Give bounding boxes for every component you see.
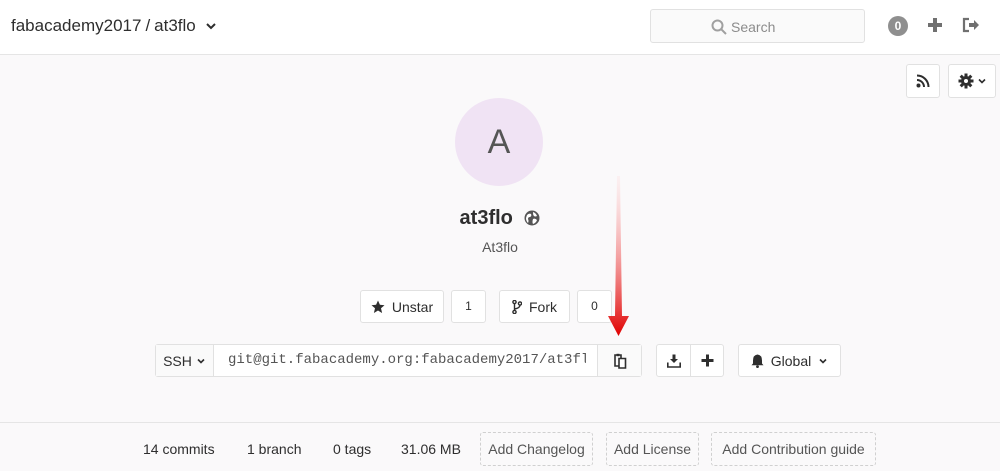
fork-icon [512,299,522,314]
chevron-down-icon [977,78,986,84]
add-contribution-guide-button[interactable]: Add Contribution guide [711,432,876,466]
project-avatar: A [455,98,543,186]
clipboard-icon [613,353,626,369]
unstar-label: Unstar [391,298,434,315]
globe-icon [524,210,540,226]
project-settings-dropdown[interactable] [948,64,996,98]
star-icon [371,300,385,313]
fork-button[interactable]: Fork [499,290,570,323]
breadcrumb-namespace[interactable]: fabacademy2017 [11,16,141,36]
project-name: at3flo [459,207,513,229]
search-icon [711,19,727,35]
breadcrumb: fabacademy2017 / at3flo [11,16,218,36]
clone-url-field[interactable]: git@git.fabacademy.org:fabacademy2017/at… [228,352,586,368]
download-button[interactable] [656,344,691,377]
branches-link[interactable]: 1 branch [247,441,301,457]
notification-level-label: Global [770,352,812,369]
star-count[interactable]: 1 [451,290,486,323]
clone-url-group: SSH git@git.fabacademy.org:fabacademy201… [155,344,642,377]
project-description: At3flo [482,239,518,255]
chevron-down-icon [197,358,205,364]
rss-icon [916,74,930,88]
annotation-arrow [608,176,629,336]
copy-url-button[interactable] [597,345,641,376]
tags-link[interactable]: 0 tags [333,441,371,457]
project-title: at3flo [0,207,1000,230]
clone-protocol-dropdown[interactable]: SSH [156,345,214,376]
search-box[interactable] [650,9,865,43]
plus-icon[interactable] [927,17,943,33]
clone-protocol-label: SSH [163,352,192,369]
unstar-button[interactable]: Unstar [360,290,444,323]
sign-out-icon[interactable] [962,17,980,33]
top-navbar: fabacademy2017 / at3flo 0 [0,0,1000,55]
plus-icon [701,354,713,367]
commits-link[interactable]: 14 commits [143,441,215,457]
search-input[interactable] [731,16,851,38]
todo-count-badge[interactable]: 0 [888,16,908,36]
notification-level-dropdown[interactable]: Global [738,344,841,377]
add-license-button[interactable]: Add License [606,432,699,466]
repo-size: 31.06 MB [401,441,461,457]
add-changelog-button[interactable]: Add Changelog [480,432,593,466]
fork-label: Fork [529,298,557,315]
breadcrumb-separator: / [145,16,151,35]
breadcrumb-project[interactable]: at3flo [154,16,196,36]
chevron-down-icon [819,358,827,364]
bell-icon [751,354,764,368]
gear-icon [958,73,973,89]
download-icon [666,354,681,368]
add-to-repo-button[interactable] [690,344,724,377]
rss-button[interactable] [906,64,940,98]
stats-separator [0,422,1000,423]
chevron-down-icon[interactable] [204,19,218,33]
